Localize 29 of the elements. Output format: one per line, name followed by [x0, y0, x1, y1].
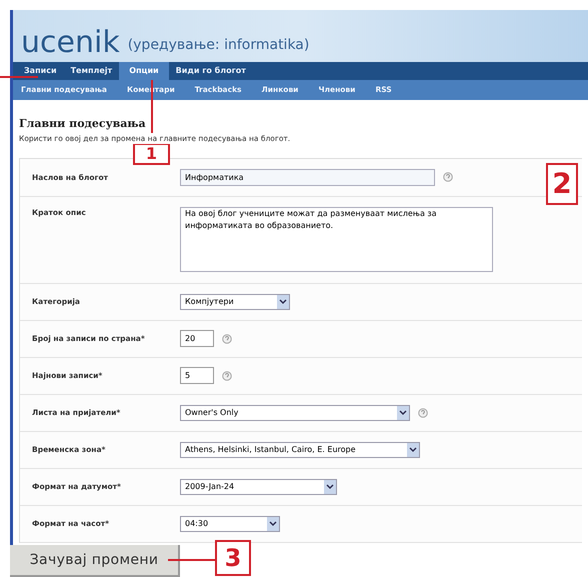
nav-tab[interactable]: Записи	[17, 62, 64, 80]
blog-subtitle: (уредување: informatika)	[128, 36, 310, 55]
nav-tab[interactable]: Опции	[119, 62, 169, 80]
chevron-down-icon[interactable]	[324, 480, 336, 494]
dropdown[interactable]: Athens, Helsinki, Istanbul, Cairo, E. Europe	[180, 442, 420, 458]
dropdown[interactable]: Компјутери	[180, 294, 290, 310]
dropdown[interactable]: 04:30	[180, 516, 280, 532]
help-icon[interactable]	[222, 334, 232, 344]
help-icon[interactable]	[418, 408, 428, 418]
nav-tab[interactable]: Темплејт	[64, 62, 120, 80]
nav-tab[interactable]: Види го блогот	[168, 62, 253, 80]
save-button[interactable]: Зачувај промени	[10, 545, 180, 577]
blog-name: ucenik	[21, 28, 120, 58]
dropdown[interactable]: Owner's Only	[180, 404, 410, 421]
help-icon[interactable]	[222, 370, 232, 381]
help-icon[interactable]	[443, 172, 453, 182]
text-field[interactable]: Информатика	[180, 168, 435, 186]
number-field[interactable]: 20	[180, 330, 214, 348]
callout-number: 2	[546, 163, 578, 205]
chevron-down-icon[interactable]	[267, 516, 279, 531]
chevron-down-icon[interactable]	[277, 294, 289, 309]
section-title: Главни подесувања	[19, 116, 147, 132]
callout-number: 1	[133, 143, 170, 165]
chevron-down-icon[interactable]	[407, 442, 419, 457]
number-field[interactable]: 5	[180, 367, 214, 384]
dropdown[interactable]: 2009-Jan-24	[180, 478, 337, 495]
description-field[interactable]: На овој блог учениците можат да разменуваат мислења за информатиката во образованието.	[180, 206, 493, 272]
callout-number: 3	[215, 540, 251, 576]
chevron-down-icon[interactable]	[397, 406, 409, 420]
